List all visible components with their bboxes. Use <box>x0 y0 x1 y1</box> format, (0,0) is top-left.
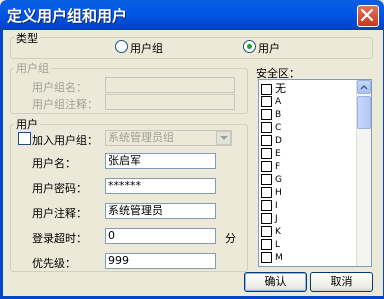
user-comment-field[interactable]: 系统管理员 <box>105 203 216 219</box>
chevron-down-icon[interactable] <box>216 131 231 145</box>
checkbox-icon[interactable] <box>261 83 272 95</box>
checkbox-icon[interactable] <box>261 200 272 211</box>
security-zone-item[interactable]: B <box>261 109 357 122</box>
checkbox-icon[interactable] <box>261 213 272 224</box>
user-comment-label: 用户注释： <box>32 207 87 220</box>
login-timeout-unit: 分 <box>225 232 236 245</box>
window-title: 定义用户组和用户 <box>7 7 128 25</box>
login-timeout-label: 登录超时： <box>32 232 87 245</box>
close-icon <box>361 9 373 21</box>
priority-field[interactable]: 999 <box>105 253 216 269</box>
usergroup-group-legend: 用户组 <box>14 60 51 76</box>
radio-user-label[interactable]: 用户 <box>258 40 280 56</box>
username-field[interactable]: 张启军 <box>105 153 216 169</box>
scroll-thumb[interactable] <box>357 96 371 129</box>
login-timeout-field[interactable]: 0 <box>105 228 216 244</box>
checkbox-icon[interactable] <box>261 226 272 237</box>
usergroup-name-field[interactable] <box>105 77 235 93</box>
close-button[interactable] <box>357 5 379 27</box>
join-usergroup-checkbox[interactable] <box>18 132 31 145</box>
username-label: 用户名： <box>32 157 76 170</box>
checkbox-icon[interactable] <box>261 161 272 172</box>
security-zone-item[interactable]: A <box>261 96 357 109</box>
security-zone-item[interactable]: E <box>261 148 357 161</box>
scroll-up-button[interactable] <box>357 80 371 94</box>
checkbox-icon[interactable] <box>261 148 272 159</box>
security-zone-item[interactable]: I <box>261 200 357 213</box>
password-field[interactable]: ****** <box>105 178 216 194</box>
password-label: 用户密码： <box>32 182 87 195</box>
security-zone-item[interactable]: J <box>261 213 357 226</box>
checkbox-icon[interactable] <box>261 109 272 120</box>
security-zone-item[interactable]: L <box>261 239 357 252</box>
security-zone-item[interactable]: M <box>261 252 357 265</box>
chevron-up-icon <box>360 84 368 90</box>
radio-user[interactable] <box>243 40 256 53</box>
checkbox-icon[interactable] <box>261 187 272 198</box>
security-zone-item[interactable]: 无 <box>261 83 357 96</box>
join-usergroup-label[interactable]: 加入用户组： <box>32 132 98 148</box>
radio-usergroup[interactable] <box>115 40 128 53</box>
checkbox-icon[interactable] <box>261 135 272 146</box>
security-zone-item[interactable]: D <box>261 135 357 148</box>
radio-usergroup-label[interactable]: 用户组 <box>130 40 163 56</box>
type-group-legend: 类型 <box>14 30 40 46</box>
checkbox-icon[interactable] <box>261 239 272 250</box>
ok-button[interactable]: 确认 <box>244 272 307 292</box>
type-group <box>10 37 373 59</box>
security-zone-item[interactable]: C <box>261 122 357 135</box>
security-zone-item[interactable]: K <box>261 226 357 239</box>
security-zone-item[interactable]: H <box>261 187 357 200</box>
user-group-legend: 用户 <box>14 116 40 132</box>
usergroup-comment-label: 用户组注释： <box>32 98 98 111</box>
security-zone-item[interactable]: G <box>261 174 357 187</box>
checkbox-icon[interactable] <box>261 252 272 263</box>
security-zone-scrollbar[interactable] <box>356 80 371 266</box>
join-usergroup-select[interactable]: 系统管理员组 <box>105 130 232 146</box>
checkbox-icon[interactable] <box>261 122 272 133</box>
checkbox-icon[interactable] <box>261 96 272 107</box>
checkbox-icon[interactable] <box>261 174 272 185</box>
title-bar[interactable]: 定义用户组和用户 <box>0 0 384 30</box>
security-zone-item[interactable]: F <box>261 161 357 174</box>
priority-label: 优先级： <box>32 257 76 270</box>
cancel-button[interactable]: 取消 <box>310 272 373 292</box>
usergroup-comment-field[interactable] <box>105 94 235 110</box>
security-zone-list[interactable]: 无 A B C D E F G H I J K L M <box>258 79 372 267</box>
usergroup-name-label: 用户组名： <box>32 81 87 94</box>
